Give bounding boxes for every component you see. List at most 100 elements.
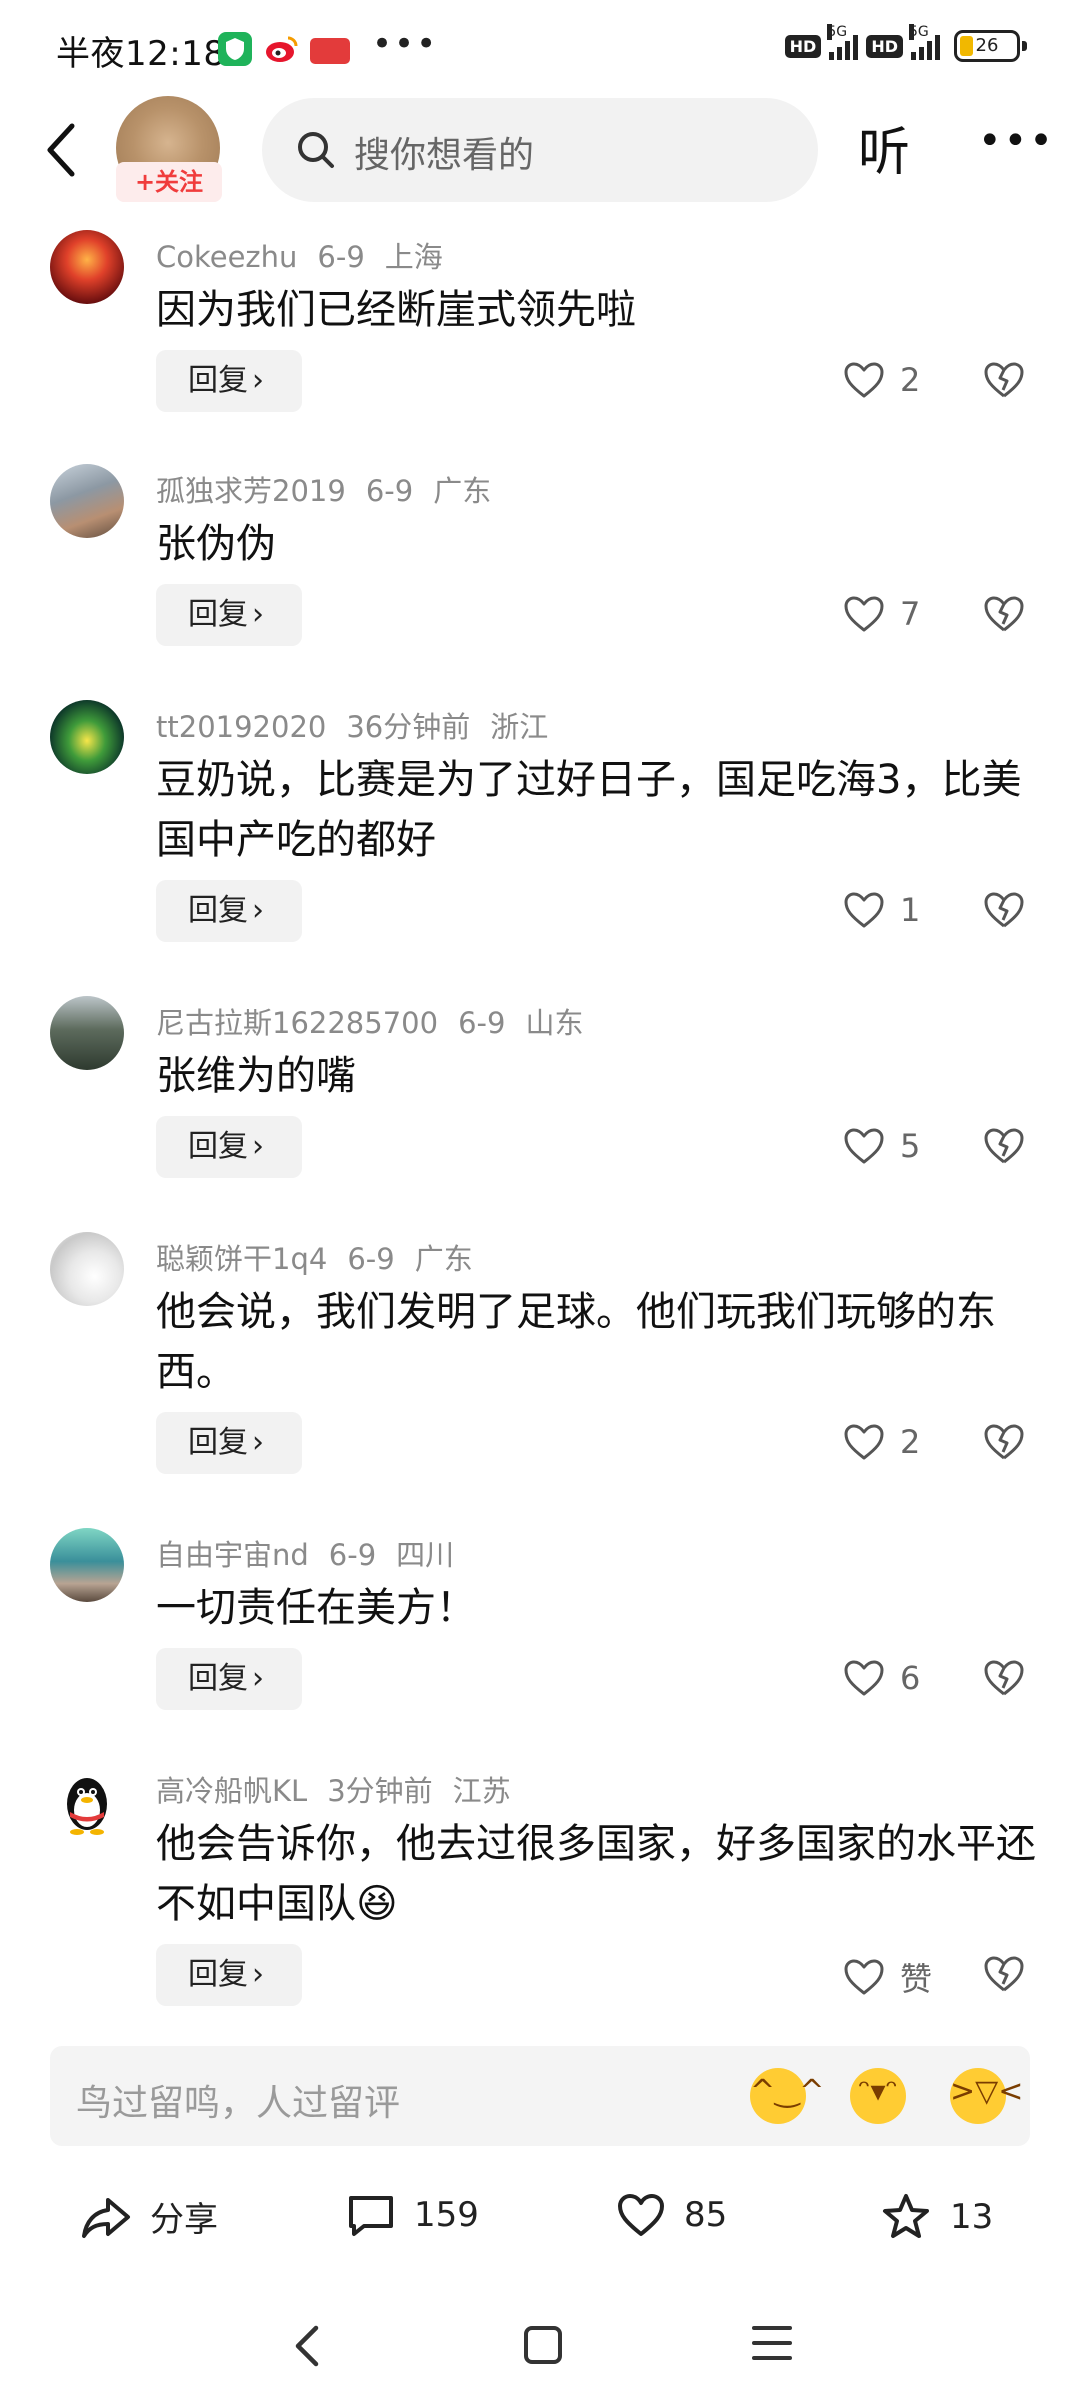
status-time: 半夜12:18: [56, 34, 226, 74]
heart-icon: [844, 362, 884, 398]
comment-like-button[interactable]: 5: [842, 1126, 920, 1166]
comment-avatar[interactable]: [50, 700, 124, 774]
comment-like-count: 1: [900, 891, 921, 929]
reply-button[interactable]: 回复 ›: [156, 880, 302, 942]
nav-recents-icon[interactable]: [752, 2326, 792, 2371]
comment-date: 6-9: [458, 1006, 506, 1040]
comment-dislike-button[interactable]: [982, 1954, 1026, 1998]
hd-icon: HD: [784, 34, 822, 58]
chevron-right-icon: ›: [252, 1129, 264, 1164]
reply-button[interactable]: 回复 ›: [156, 1412, 302, 1474]
broken-heart-icon: [984, 1424, 1024, 1460]
heart-icon: [618, 2194, 664, 2236]
comment-like-button[interactable]: 1: [842, 890, 920, 930]
network-type: 5G: [909, 24, 929, 40]
rolling-laughing-emoji-icon[interactable]: >▽<: [950, 2068, 1023, 2124]
comment-date: 6-9: [347, 1242, 395, 1276]
reply-button[interactable]: 回复 ›: [156, 1944, 302, 2006]
comment-avatar[interactable]: [50, 464, 124, 538]
comment-date: 3分钟前: [327, 1774, 433, 1808]
comment-like-button[interactable]: 2: [842, 1422, 920, 1462]
more-menu-button[interactable]: •••: [978, 118, 1055, 164]
comment-text: 因为我们已经断崖式领先啦: [156, 287, 636, 333]
comment-username[interactable]: 高冷船帆KL: [156, 1774, 307, 1808]
comment-like-count: 6: [900, 1659, 921, 1697]
comment-like-button[interactable]: 2: [842, 360, 920, 400]
comment-avatar[interactable]: [50, 1764, 124, 1838]
comment-dislike-button[interactable]: [982, 890, 1026, 934]
comment-avatar[interactable]: [50, 1232, 124, 1306]
likes-count: 85: [684, 2195, 728, 2235]
reply-label: 回复: [188, 1661, 248, 1696]
comments-button[interactable]: 159: [346, 2192, 479, 2238]
comment-region: 山东: [525, 1006, 584, 1040]
comment-dislike-button[interactable]: [982, 360, 1026, 404]
nav-home-icon[interactable]: [524, 2326, 562, 2364]
signal-icon: 5G: [827, 24, 859, 60]
reply-label: 回复: [188, 893, 248, 928]
network-type: 5G: [827, 24, 848, 40]
comment-dislike-button[interactable]: [982, 594, 1026, 638]
chevron-right-icon: ›: [252, 1957, 264, 1992]
reply-button[interactable]: 回复 ›: [156, 350, 302, 412]
comment-like-button[interactable]: 7: [842, 594, 920, 634]
comment-username[interactable]: 聪颖饼干1q4: [156, 1242, 327, 1276]
heart-icon: [844, 1660, 884, 1696]
follow-button[interactable]: +关注: [116, 162, 222, 202]
comment-date: 6-9: [365, 474, 414, 508]
comment-date: 6-9: [328, 1538, 377, 1572]
reply-button[interactable]: 回复 ›: [156, 1116, 302, 1178]
grinning-emoji-icon[interactable]: ᵔ▾ᵔ: [850, 2068, 906, 2124]
laughing-emoji-icon[interactable]: ^‿^: [750, 2068, 824, 2124]
comment-meta: Cokeezhu 6-9 上海: [156, 234, 463, 276]
comment-dislike-button[interactable]: [982, 1422, 1026, 1466]
comment-dislike-button[interactable]: [982, 1126, 1026, 1170]
comment-region: 广东: [433, 474, 492, 508]
hd-icon: HD: [866, 34, 903, 58]
chevron-right-icon: ›: [252, 597, 264, 632]
comment-input[interactable]: 鸟过留鸣，人过留评 ^‿^ ᵔ▾ᵔ >▽<: [50, 2046, 1030, 2146]
listen-button[interactable]: 听: [858, 110, 910, 185]
comment-like-count: 7: [900, 595, 921, 633]
comment-dislike-button[interactable]: [982, 1658, 1026, 1702]
search-placeholder: 搜你想看的: [354, 135, 535, 176]
chevron-right-icon: ›: [252, 363, 264, 398]
reply-button[interactable]: 回复 ›: [156, 584, 302, 646]
share-button[interactable]: 分享: [80, 2192, 218, 2241]
comment-meta: 聪颖饼干1q4 6-9 广东: [156, 1236, 493, 1278]
broken-heart-icon: [984, 1660, 1024, 1696]
comment-avatar[interactable]: [50, 996, 124, 1070]
comment-username[interactable]: tt20192020: [156, 710, 326, 744]
comment-avatar[interactable]: [50, 1528, 124, 1602]
comment-region: 四川: [396, 1538, 455, 1572]
comment-username[interactable]: 尼古拉斯162285700: [156, 1006, 438, 1040]
heart-icon: [844, 1128, 884, 1164]
favorite-button[interactable]: 13: [880, 2192, 993, 2242]
comment-username[interactable]: 自由宇宙nd: [156, 1538, 309, 1572]
comment-region: 浙江: [490, 710, 549, 744]
comment-username[interactable]: 孤独求芳2019: [156, 474, 346, 508]
comment-avatar[interactable]: [50, 230, 124, 304]
author-avatar[interactable]: +关注: [116, 96, 222, 202]
qq-security-icon: [218, 32, 252, 66]
comment-like-button[interactable]: 6: [842, 1658, 920, 1698]
search-icon: [298, 132, 334, 168]
comment-like-button[interactable]: 赞: [842, 1954, 932, 2000]
comment-meta: 自由宇宙nd 6-9 四川: [156, 1532, 474, 1574]
broken-heart-icon: [984, 596, 1024, 632]
comment-text: 他会告诉你，他去过很多国家，好多国家的水平还不如中国队😆: [156, 1821, 1036, 1927]
weibo-icon: [264, 32, 298, 66]
search-input[interactable]: 搜你想看的: [262, 98, 818, 202]
broken-heart-icon: [984, 1128, 1024, 1164]
comment-username[interactable]: Cokeezhu: [156, 240, 297, 274]
nav-back-icon[interactable]: [288, 2322, 328, 2370]
like-button[interactable]: 85: [616, 2192, 727, 2238]
reply-label: 回复: [188, 363, 248, 398]
favorites-count: 13: [950, 2197, 994, 2237]
heart-icon: [844, 892, 884, 928]
comment-meta: 孤独求芳2019 6-9 广东: [156, 468, 511, 510]
reply-button[interactable]: 回复 ›: [156, 1648, 302, 1710]
comment-text: 张维为的嘴: [156, 1053, 356, 1099]
back-button[interactable]: [38, 120, 90, 180]
signal-icon: 5G: [909, 24, 940, 60]
